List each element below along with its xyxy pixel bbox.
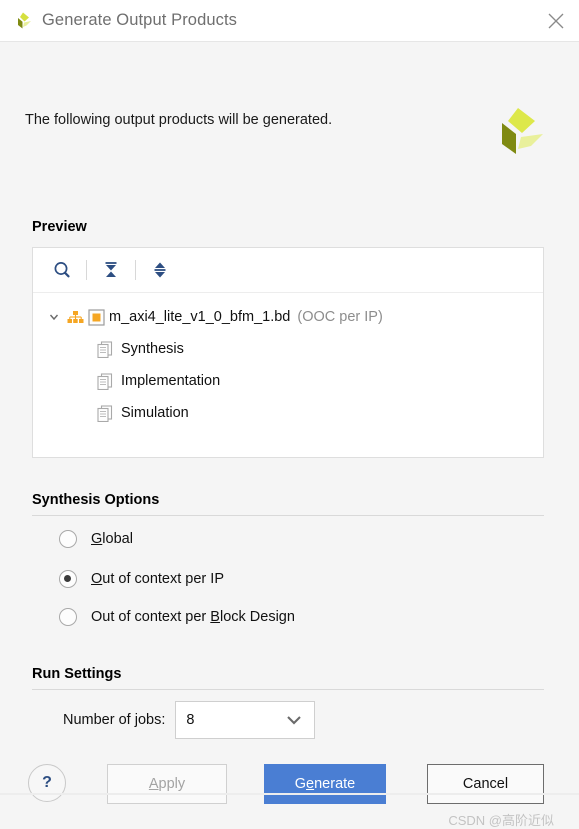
preview-tree: m_axi4_lite_v1_0_bfm_1.bd (OOC per IP) S… bbox=[33, 293, 543, 429]
radio-out-of-context-per-ip[interactable]: Out of context per IP bbox=[59, 570, 224, 588]
radio-label: Out of context per IP bbox=[91, 571, 224, 587]
radio-out-of-context-per-block-design[interactable]: Out of context per Block Design bbox=[59, 608, 295, 626]
mnemonic-letter: O bbox=[91, 571, 103, 587]
tree-node-label: m_axi4_lite_v1_0_bfm_1.bd bbox=[109, 309, 291, 325]
tree-row[interactable]: Synthesis bbox=[33, 333, 543, 365]
number-of-jobs-label: Number of jobs: bbox=[63, 712, 166, 728]
synthesis-options-divider bbox=[32, 515, 544, 516]
xilinx-logo-large bbox=[490, 104, 546, 160]
tree-node-label: Simulation bbox=[121, 405, 189, 421]
mnemonic-letter: G bbox=[91, 531, 103, 547]
cancel-button[interactable]: Cancel bbox=[427, 764, 544, 804]
help-button[interactable]: ? bbox=[28, 764, 66, 802]
expand-all-icon[interactable] bbox=[143, 255, 177, 285]
dialog-bottom-edge bbox=[0, 793, 579, 795]
tree-node-label: Synthesis bbox=[121, 341, 184, 357]
tree-row[interactable]: m_axi4_lite_v1_0_bfm_1.bd (OOC per IP) bbox=[33, 301, 543, 333]
document-pages-icon bbox=[95, 404, 115, 422]
number-of-jobs-value: 8 bbox=[186, 712, 195, 728]
mnemonic-letter: A bbox=[148, 776, 159, 792]
block-design-file-icon bbox=[85, 308, 107, 326]
toolbar-separator bbox=[86, 260, 87, 280]
preview-panel: m_axi4_lite_v1_0_bfm_1.bd (OOC per IP) S… bbox=[32, 247, 544, 458]
watermark: CSDN @高阶近似 bbox=[448, 813, 554, 828]
toolbar-separator bbox=[135, 260, 136, 280]
tree-node-label: Implementation bbox=[121, 373, 221, 389]
number-of-jobs-row: Number of jobs: 8 bbox=[63, 701, 316, 739]
run-settings-divider bbox=[32, 689, 544, 690]
label-rest: lock Design bbox=[219, 609, 295, 625]
number-of-jobs-dropdown[interactable]: 8 bbox=[175, 701, 316, 739]
label-prefix: G bbox=[294, 776, 307, 792]
label-rest: nerate bbox=[314, 776, 356, 792]
mnemonic-letter: B bbox=[210, 609, 220, 625]
radio-label: Out of context per Block Design bbox=[91, 609, 295, 625]
preview-section-title: Preview bbox=[32, 219, 87, 235]
label-rest: ut of context per IP bbox=[102, 571, 224, 587]
apply-button[interactable]: Apply bbox=[107, 764, 227, 804]
radio-label: Global bbox=[91, 531, 133, 547]
tree-row[interactable]: Simulation bbox=[33, 397, 543, 429]
xilinx-logo-icon bbox=[12, 10, 34, 32]
chevron-down-icon[interactable] bbox=[45, 311, 63, 323]
dialog-title-bar: Generate Output Products bbox=[0, 0, 579, 42]
document-pages-icon bbox=[95, 340, 115, 358]
preview-toolbar bbox=[33, 248, 543, 293]
dialog-title: Generate Output Products bbox=[42, 11, 238, 29]
chevron-down-icon[interactable] bbox=[286, 715, 302, 726]
radio-global[interactable]: Global bbox=[59, 530, 133, 548]
document-pages-icon bbox=[95, 372, 115, 390]
mnemonic-letter: e bbox=[306, 776, 315, 792]
label-rest: lobal bbox=[102, 531, 133, 547]
synthesis-options-title: Synthesis Options bbox=[32, 492, 160, 508]
tree-row[interactable]: Implementation bbox=[33, 365, 543, 397]
label-prefix: Out of context per bbox=[91, 609, 211, 625]
radio-indicator[interactable] bbox=[59, 530, 77, 548]
apply-label: Apply bbox=[148, 776, 186, 792]
search-icon[interactable] bbox=[45, 255, 79, 285]
block-design-hierarchy-icon bbox=[65, 310, 85, 325]
radio-indicator[interactable] bbox=[59, 608, 77, 626]
radio-indicator[interactable] bbox=[59, 570, 77, 588]
dialog-body: The following output products will be ge… bbox=[0, 42, 579, 828]
generate-button[interactable]: Generate bbox=[264, 764, 386, 804]
generate-label: Generate bbox=[295, 776, 355, 792]
intro-text: The following output products will be ge… bbox=[25, 112, 333, 128]
run-settings-title: Run Settings bbox=[32, 666, 122, 682]
collapse-all-icon[interactable] bbox=[94, 255, 128, 285]
tree-node-suffix: (OOC per IP) bbox=[297, 309, 383, 325]
cancel-label: Cancel bbox=[462, 776, 509, 792]
close-icon[interactable] bbox=[533, 0, 579, 41]
